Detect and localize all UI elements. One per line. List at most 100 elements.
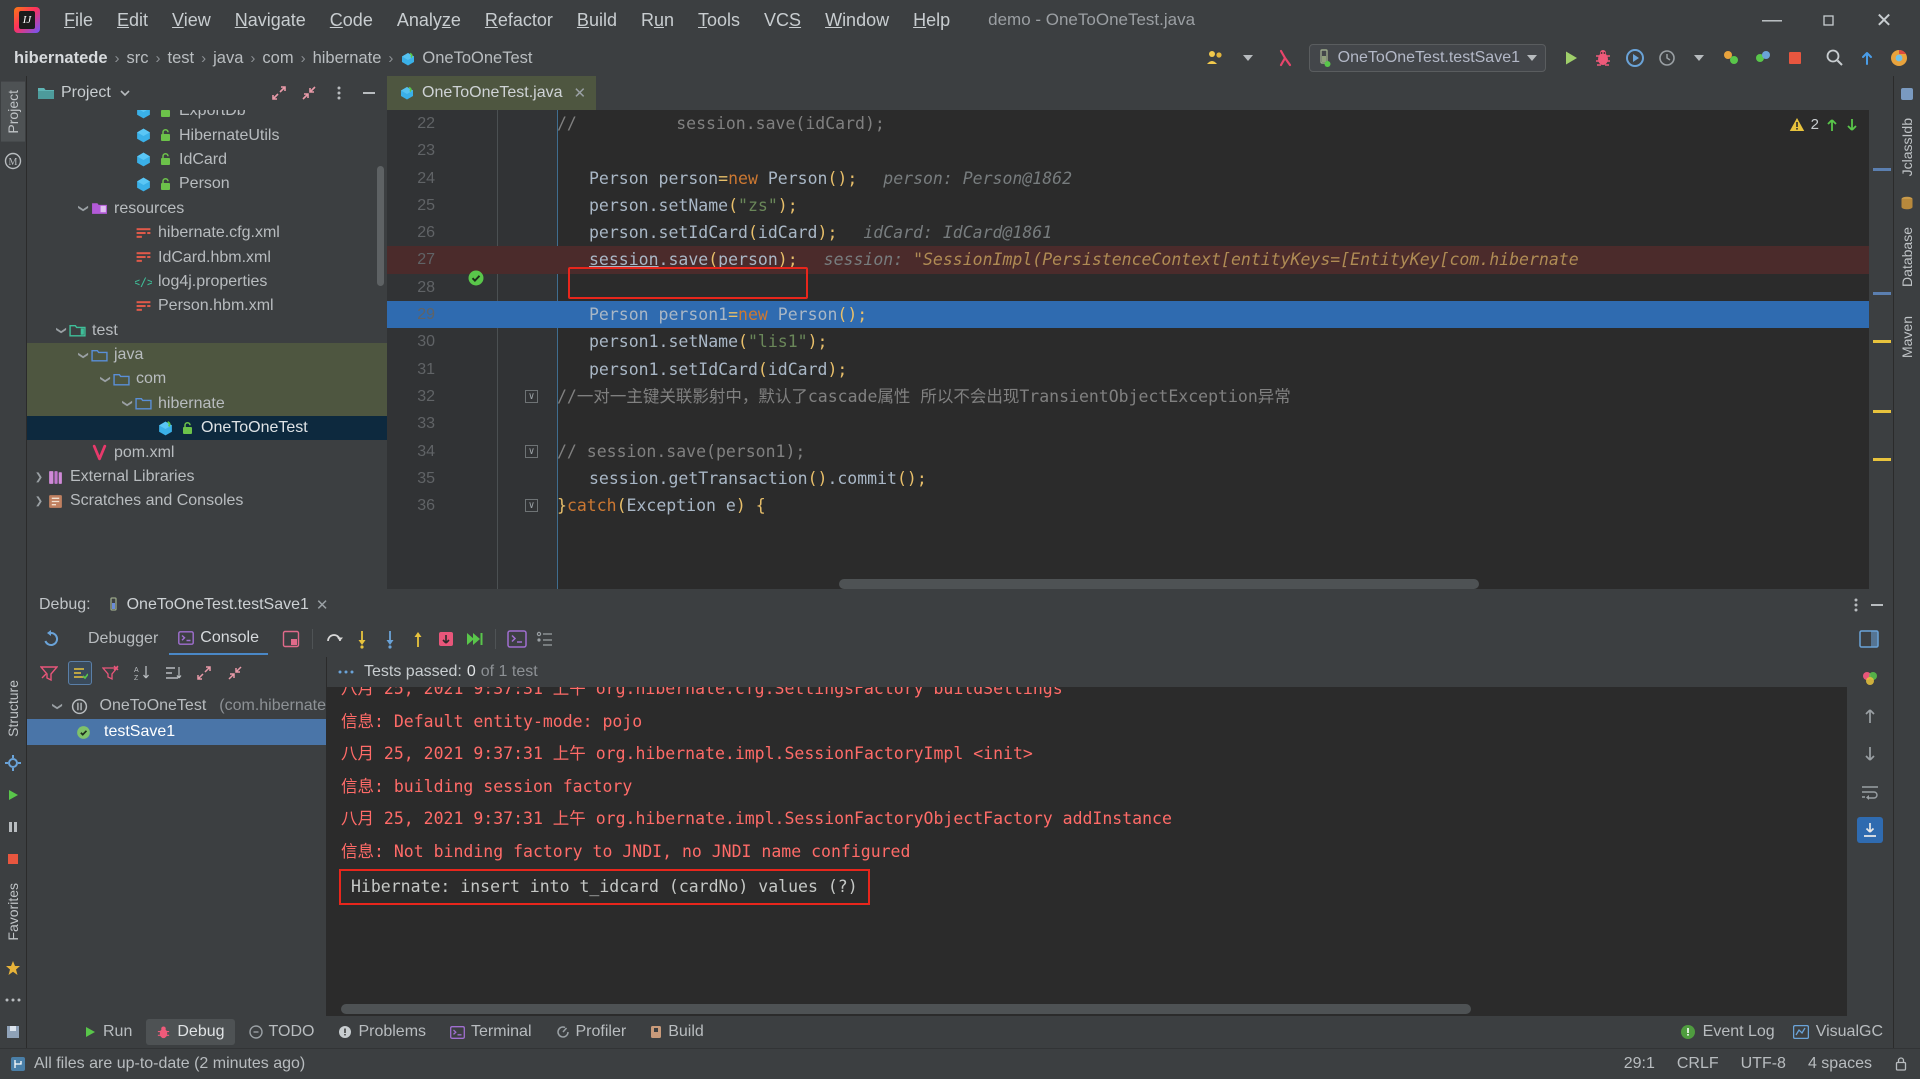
- project-scrollbar[interactable]: [377, 166, 384, 286]
- options-menu-icon[interactable]: [1853, 596, 1859, 614]
- chevron-down-icon[interactable]: [1233, 43, 1263, 73]
- maximize-button[interactable]: [1800, 0, 1856, 40]
- test-tree-item-testsave1[interactable]: testSave1: [27, 719, 326, 745]
- code-line-32[interactable]: 32 //一对一主键关联影射中，默认了cascade属性 所以不会出现Transi…: [387, 383, 1893, 410]
- bottom-tab-todo[interactable]: TODO: [239, 1019, 325, 1045]
- tree-item-scratches-and-consoles[interactable]: ❯ Scratches and Consoles: [27, 489, 387, 513]
- hide-panel-icon[interactable]: [1869, 597, 1885, 613]
- update-project-icon[interactable]: [1852, 43, 1882, 73]
- chevron-down-icon[interactable]: ❯: [78, 201, 89, 217]
- tree-item-resources[interactable]: ❯ resources: [27, 197, 387, 221]
- chevron-down-icon[interactable]: [1684, 43, 1714, 73]
- code-fold-marker[interactable]: ∨: [525, 444, 538, 458]
- step-out-icon[interactable]: [405, 626, 431, 652]
- code-line-26[interactable]: 26 person.setIdCard(idCard); idCard: IdCar…: [387, 219, 1893, 246]
- lambda-icon[interactable]: [1271, 43, 1301, 73]
- sidebar-tab-maven[interactable]: Maven: [1895, 308, 1919, 366]
- scroll-up-icon[interactable]: [1857, 703, 1883, 729]
- code-line-33[interactable]: 33: [387, 410, 1893, 437]
- hide-ignored-icon[interactable]: [99, 661, 123, 685]
- expand-all-icon[interactable]: [267, 81, 291, 105]
- bottom-tab-build[interactable]: Build: [640, 1019, 714, 1045]
- breadcrumb-item-6[interactable]: OneToOneTest: [422, 49, 532, 68]
- chevron-down-icon[interactable]: ❯: [100, 371, 111, 387]
- minimize-button[interactable]: —: [1744, 0, 1800, 40]
- layout-settings-icon[interactable]: [278, 626, 304, 652]
- source-code[interactable]: 22 // session.save(idCard); 23 24 Person per…: [387, 110, 1893, 589]
- code-line-34[interactable]: 34 // session.save(person1); ∨: [387, 438, 1893, 465]
- code-viewport[interactable]: 22 // session.save(idCard); 23 24 Person per…: [387, 110, 1893, 589]
- code-line-22[interactable]: 22 // session.save(idCard);: [387, 110, 1893, 137]
- breadcrumb[interactable]: hibernatede › src › test › java › com › …: [14, 49, 532, 68]
- sidebar-tab-favorites[interactable]: Favorites: [1, 875, 25, 949]
- code-line-23[interactable]: 23: [387, 137, 1893, 164]
- status-bar-right[interactable]: 29:1 CRLF UTF-8 4 spaces: [1624, 1055, 1908, 1073]
- code-line-36[interactable]: 36}catch(Exception e) {∨: [387, 492, 1893, 519]
- debug-layout-icon[interactable]: [1859, 630, 1879, 648]
- breadcrumb-item-0[interactable]: hibernatede: [14, 49, 108, 68]
- build-variants-icon[interactable]: [1748, 43, 1778, 73]
- jclasslib-icon[interactable]: [1897, 84, 1917, 104]
- expand-all-icon[interactable]: [192, 661, 216, 685]
- tab-console[interactable]: Console: [169, 623, 268, 655]
- gutter-run-mark-icon[interactable]: [467, 269, 485, 287]
- show-passed-icon[interactable]: [68, 661, 92, 685]
- chevron-right-icon[interactable]: ❯: [31, 496, 47, 507]
- profile-button[interactable]: [1652, 43, 1682, 73]
- close-icon[interactable]: ✕: [574, 84, 587, 102]
- sort-alphabetically-icon[interactable]: AZ: [130, 661, 154, 685]
- collapse-all-icon[interactable]: [297, 81, 321, 105]
- collapse-all-icon[interactable]: [223, 661, 247, 685]
- menu-refactor[interactable]: Refactor: [473, 6, 565, 35]
- tree-item-idcard-hbm-xml[interactable]: IdCard.hbm.xml: [27, 245, 387, 269]
- chevron-down-icon[interactable]: [1527, 55, 1537, 61]
- tool-window-bar[interactable]: Run Debug TODO Problems Terminal Profile…: [27, 1016, 1893, 1048]
- lock-icon[interactable]: [1894, 1056, 1908, 1072]
- step-into-icon[interactable]: [349, 626, 375, 652]
- step-over-icon[interactable]: [321, 626, 347, 652]
- branch-icon[interactable]: [10, 1056, 26, 1072]
- more-options-icon[interactable]: [337, 669, 355, 675]
- editor-horizontal-scrollbar[interactable]: [839, 579, 1479, 589]
- evaluate-expression-icon[interactable]: [504, 626, 530, 652]
- code-line-29[interactable]: 29 Person person1=new Person();: [387, 301, 1893, 329]
- indent-setting[interactable]: 4 spaces: [1808, 1055, 1872, 1073]
- sidebar-tab-database[interactable]: Database: [1895, 219, 1919, 295]
- visualgc-button[interactable]: VisualGC: [1792, 1023, 1883, 1041]
- debug-header-actions[interactable]: [1853, 596, 1885, 614]
- left-tool-strip[interactable]: Project M Structure Favorites: [0, 76, 27, 1048]
- event-log-button[interactable]: Event Log: [1680, 1023, 1775, 1041]
- menu-code[interactable]: Code: [318, 6, 385, 35]
- menu-edit[interactable]: Edit: [105, 6, 160, 35]
- bottom-tab-run[interactable]: Run: [73, 1019, 142, 1045]
- stop-button[interactable]: [1780, 43, 1810, 73]
- chevron-right-icon[interactable]: ❯: [31, 472, 47, 483]
- more-options-icon[interactable]: [3, 990, 23, 1010]
- sort-by-duration-icon[interactable]: [161, 661, 185, 685]
- database-icon[interactable]: [1897, 193, 1917, 213]
- menu-view[interactable]: View: [160, 6, 223, 35]
- tree-item-java[interactable]: ❯ java: [27, 342, 387, 368]
- hide-panel-icon[interactable]: [357, 81, 381, 105]
- sidebar-tab-structure[interactable]: Structure: [1, 672, 25, 745]
- menu-analyze[interactable]: Analyze: [385, 6, 473, 35]
- console-horizontal-scrollbar[interactable]: [341, 1004, 1471, 1014]
- test-tree-item-onetoonetest[interactable]: ❯ OneToOneTest (com.hibernate: [27, 693, 326, 719]
- chevron-down-icon[interactable]: ❯: [56, 323, 67, 339]
- chevron-down-icon[interactable]: ❯: [51, 698, 62, 714]
- options-menu-icon[interactable]: [327, 81, 351, 105]
- sidebar-tab-project[interactable]: Project: [1, 82, 25, 142]
- debug-session-tab[interactable]: OneToOneTest.testSave1 ✕: [101, 589, 335, 621]
- force-step-into-icon[interactable]: [377, 626, 403, 652]
- prev-problem-icon[interactable]: [1825, 117, 1839, 133]
- save-all-icon[interactable]: [3, 1022, 23, 1042]
- main-toolbar[interactable]: OneToOneTest.testSave1: [1201, 43, 1914, 73]
- menu-build[interactable]: Build: [565, 6, 629, 35]
- tab-debugger[interactable]: Debugger: [79, 624, 167, 654]
- code-fold-marker[interactable]: ∨: [525, 499, 538, 513]
- build-project-icon[interactable]: [1716, 43, 1746, 73]
- scroll-to-end-icon[interactable]: [1857, 817, 1883, 843]
- tree-item-log4j-properties[interactable]: </> log4j.properties: [27, 270, 387, 294]
- favorites-star-icon[interactable]: [3, 958, 23, 978]
- run-small-icon[interactable]: [3, 785, 23, 805]
